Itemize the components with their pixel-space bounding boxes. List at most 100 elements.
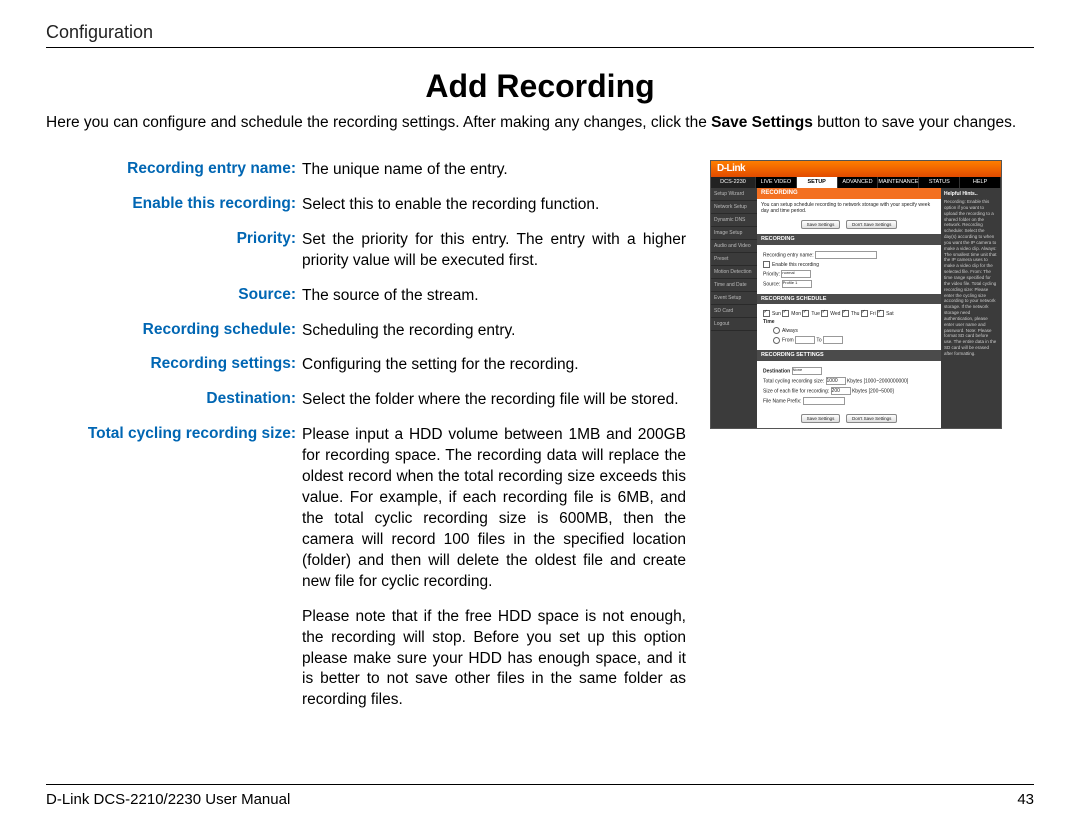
- cyc-input[interactable]: 1000: [826, 377, 846, 385]
- value-destination: Select the folder where the recording fi…: [302, 390, 686, 411]
- prefix-input[interactable]: [803, 397, 845, 405]
- time-label: Time: [763, 319, 775, 325]
- day: Thu: [851, 311, 860, 317]
- hints-body: Recording: Enable this option if you wan…: [944, 199, 997, 356]
- model-label: DCS-2230: [711, 177, 756, 188]
- from-label: From: [782, 338, 794, 344]
- dlink-logo: D-Link: [717, 163, 745, 175]
- cyc-unit: Kbytes [1000~2000000000]: [847, 378, 908, 384]
- shot-main: RECORDING You can setup schedule recordi…: [757, 188, 941, 429]
- intro-text: Here you can configure and schedule the …: [46, 113, 1034, 134]
- nav-item[interactable]: Time and Date: [711, 279, 757, 292]
- day: Tue: [811, 311, 819, 317]
- source-select[interactable]: Profile 1: [782, 280, 812, 288]
- day-chk[interactable]: [877, 310, 884, 317]
- label-priority: Priority: [46, 230, 302, 272]
- shot-sidenav: Setup Wizard Network Setup Dynamic DNS I…: [711, 188, 757, 429]
- value-priority: Set the priority for this entry. The ent…: [302, 230, 686, 272]
- shot-tabs: DCS-2230 LIVE VIDEO SETUP ADVANCED MAINT…: [711, 177, 1001, 188]
- definition-list: Recording entry name The unique name of …: [46, 160, 686, 725]
- to-input[interactable]: [823, 336, 843, 344]
- page-footer: D-Link DCS-2210/2230 User Manual 43: [46, 784, 1034, 808]
- tab-live-video[interactable]: LIVE VIDEO: [756, 177, 797, 188]
- value-cycling: Please input a HDD volume between 1MB an…: [302, 425, 686, 711]
- value-settings: Configuring the setting for the recordin…: [302, 355, 686, 376]
- bar-recording: RECORDING: [757, 234, 941, 245]
- dest-label: Destination: [763, 368, 790, 374]
- dont-save-button-2[interactable]: Don't Save Settings: [846, 414, 897, 423]
- nav-item[interactable]: Preset: [711, 253, 757, 266]
- priority-select[interactable]: normal: [781, 270, 811, 278]
- day-chk[interactable]: [861, 310, 868, 317]
- always-label: Always: [782, 328, 798, 334]
- day: Sun: [772, 311, 781, 317]
- enable-checkbox[interactable]: [763, 261, 770, 268]
- cyc-label: Total cycling recording size:: [763, 378, 824, 384]
- value-schedule: Scheduling the recording entry.: [302, 321, 686, 342]
- enable-label: Enable this recording: [772, 262, 819, 268]
- nav-item[interactable]: Motion Detection: [711, 266, 757, 279]
- nav-item[interactable]: Logout: [711, 318, 757, 331]
- day: Mon: [791, 311, 801, 317]
- each-input[interactable]: 200: [831, 387, 851, 395]
- hints-title: Helpful Hints..: [944, 191, 998, 198]
- embedded-screenshot: D-Link DCS-2230 LIVE VIDEO SETUP ADVANCE…: [710, 160, 1002, 429]
- entry-name-label: Recording entry name:: [763, 252, 814, 258]
- tab-help[interactable]: HELP: [960, 177, 1001, 188]
- helpful-hints: Helpful Hints.. Recording: Enable this o…: [941, 188, 1001, 429]
- nav-item[interactable]: SD Card: [711, 305, 757, 318]
- section-header: Configuration: [46, 22, 1034, 48]
- day-chk[interactable]: [763, 310, 770, 317]
- to-label: To: [816, 338, 821, 344]
- dest-select[interactable]: None: [792, 367, 822, 375]
- intro-b: button to save your changes.: [813, 114, 1016, 131]
- footer-left: D-Link DCS-2210/2230 User Manual: [46, 791, 290, 808]
- tab-setup[interactable]: SETUP: [797, 177, 838, 188]
- day-chk[interactable]: [821, 310, 828, 317]
- value-enable: Select this to enable the recording func…: [302, 195, 686, 216]
- shot-brand-bar: D-Link: [711, 161, 1001, 177]
- nav-item[interactable]: Setup Wizard: [711, 188, 757, 201]
- nav-item[interactable]: Audio and Video: [711, 240, 757, 253]
- label-enable: Enable this recording: [46, 195, 302, 216]
- intro-bold: Save Settings: [711, 114, 813, 131]
- nav-item[interactable]: Event Setup: [711, 292, 757, 305]
- value-entry-name: The unique name of the entry.: [302, 160, 686, 181]
- panel-recording-title: RECORDING: [757, 188, 941, 199]
- label-destination: Destination: [46, 390, 302, 411]
- label-settings: Recording settings: [46, 355, 302, 376]
- panel-desc: You can setup schedule recording to netw…: [757, 199, 941, 217]
- nav-item[interactable]: Network Setup: [711, 201, 757, 214]
- day-chk[interactable]: [802, 310, 809, 317]
- label-schedule: Recording schedule: [46, 321, 302, 342]
- each-label: Size of each file for recording:: [763, 388, 829, 394]
- value-source: The source of the stream.: [302, 286, 686, 307]
- label-source: Source: [46, 286, 302, 307]
- nav-item[interactable]: Dynamic DNS: [711, 214, 757, 227]
- label-entry-name: Recording entry name: [46, 160, 302, 181]
- source-label: Source:: [763, 281, 780, 287]
- bar-schedule: RECORDING SCHEDULE: [757, 294, 941, 305]
- footer-page-number: 43: [1017, 791, 1034, 808]
- dont-save-button[interactable]: Don't Save Settings: [846, 220, 897, 229]
- page-title: Add Recording: [46, 68, 1034, 105]
- entry-name-input[interactable]: [815, 251, 877, 259]
- tab-status[interactable]: STATUS: [919, 177, 960, 188]
- from-input[interactable]: [795, 336, 815, 344]
- cycling-p1: Please input a HDD volume between 1MB an…: [302, 425, 686, 592]
- day-chk[interactable]: [842, 310, 849, 317]
- tab-advanced[interactable]: ADVANCED: [838, 177, 879, 188]
- save-settings-button[interactable]: Save Settings: [801, 220, 841, 229]
- nav-item[interactable]: Image Setup: [711, 227, 757, 240]
- day-chk[interactable]: [782, 310, 789, 317]
- priority-label: Priority:: [763, 271, 780, 277]
- intro-a: Here you can configure and schedule the …: [46, 114, 711, 131]
- day: Fri: [870, 311, 876, 317]
- label-cycling: Total cycling recording size: [46, 425, 302, 711]
- radio-always[interactable]: [773, 327, 780, 334]
- tab-maintenance[interactable]: MAINTENANCE: [878, 177, 919, 188]
- radio-from[interactable]: [773, 337, 780, 344]
- cycling-p2: Please note that if the free HDD space i…: [302, 607, 686, 712]
- save-settings-button-2[interactable]: Save Settings: [801, 414, 841, 423]
- bar-settings: RECORDING SETTINGS: [757, 350, 941, 361]
